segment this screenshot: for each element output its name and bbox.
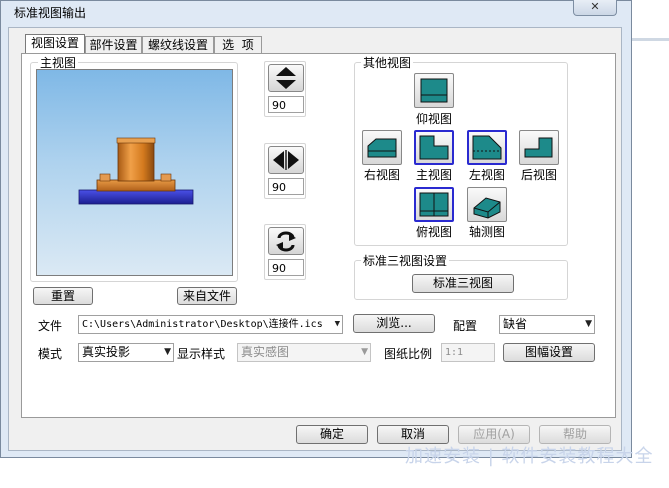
spin-button[interactable]	[268, 227, 304, 255]
front-view-icon	[419, 135, 449, 160]
tilt-button[interactable]	[268, 64, 304, 92]
model-plate	[96, 179, 176, 192]
window-title: 标准视图输出	[14, 6, 87, 20]
mode-label: 模式	[38, 347, 63, 361]
background-bar	[632, 38, 669, 41]
scale-input[interactable]: 1:1	[441, 343, 495, 362]
standard-views-label: 标准三视图设置	[361, 252, 450, 269]
close-icon: ✕	[590, 0, 600, 13]
bottom-view-icon	[420, 78, 448, 103]
back-view-label: 后视图	[520, 168, 557, 182]
rotate-button[interactable]	[268, 146, 304, 174]
mode-value: 真实投影	[82, 345, 131, 359]
frame-settings-button[interactable]: 图幅设置	[503, 343, 595, 362]
left-view-label: 左视图	[468, 168, 505, 182]
tab-thread-settings[interactable]: 螺纹线设置	[142, 36, 214, 54]
tab-part-settings[interactable]: 部件设置	[85, 36, 142, 54]
display-style-label: 显示样式	[177, 347, 226, 361]
from-file-button[interactable]: 来自文件	[177, 287, 237, 305]
front-view-label: 主视图	[415, 168, 452, 182]
tab-view-settings[interactable]: 视图设置	[25, 34, 85, 55]
up-down-arrows-icon	[276, 67, 296, 89]
spin-input[interactable]: 90	[268, 259, 304, 276]
tab-label: 视图设置	[30, 36, 79, 50]
tilt-input[interactable]: 90	[268, 96, 304, 113]
standard-three-views-button[interactable]: 标准三视图	[412, 274, 514, 293]
config-value: 缺省	[503, 317, 528, 331]
left-view-icon	[472, 135, 502, 160]
file-label: 文件	[38, 319, 63, 333]
file-path-value: C:\Users\Administrator\Desktop\连接件.ics	[82, 319, 323, 330]
close-button[interactable]: ✕	[573, 0, 617, 16]
ok-button[interactable]: 确定	[296, 425, 368, 444]
model-boss-right	[160, 173, 172, 182]
top-view-label: 俯视图	[415, 225, 452, 239]
bottom-view-button[interactable]	[414, 73, 454, 108]
chevron-down-icon: ▼	[332, 316, 340, 333]
display-style-value: 真实感图	[241, 345, 290, 359]
tab-label: 螺纹线设置	[147, 38, 208, 52]
background-strip	[632, 0, 669, 488]
chevron-down-icon: ▼	[361, 347, 368, 357]
file-path-dropdown[interactable]: C:\Users\Administrator\Desktop\连接件.ics ▼	[78, 315, 343, 334]
back-view-button[interactable]	[519, 130, 559, 165]
browse-button[interactable]: 浏览...	[353, 314, 435, 333]
front-view-button[interactable]	[414, 130, 454, 165]
top-view-icon	[419, 192, 449, 217]
model-base	[78, 189, 194, 205]
left-right-arrows-icon	[273, 150, 299, 170]
model-preview[interactable]	[36, 69, 233, 276]
tab-options[interactable]: 选 项	[214, 36, 262, 54]
chevron-down-icon: ▼	[585, 319, 592, 329]
display-style-dropdown[interactable]: 真实感图 ▼	[237, 343, 371, 362]
model-boss-left	[99, 173, 111, 182]
axonometric-view-icon	[473, 197, 501, 219]
axonometric-view-label: 轴测图	[468, 225, 505, 239]
tab-label: 部件设置	[89, 38, 138, 52]
right-view-label: 右视图	[363, 168, 400, 182]
left-view-button[interactable]	[467, 130, 507, 165]
right-view-icon	[367, 138, 397, 158]
mode-dropdown[interactable]: 真实投影 ▼	[78, 343, 174, 362]
model-preview-canvas	[78, 137, 194, 205]
config-label: 配置	[453, 319, 478, 333]
model-cylinder-top	[116, 137, 156, 144]
model-cylinder	[117, 141, 155, 182]
axonometric-view-button[interactable]	[467, 187, 507, 222]
tab-label: 选 项	[222, 38, 254, 52]
right-view-button[interactable]	[362, 130, 402, 165]
chevron-down-icon: ▼	[164, 347, 171, 357]
config-dropdown[interactable]: 缺省 ▼	[499, 315, 595, 334]
top-view-button[interactable]	[414, 187, 454, 222]
watermark: 加速安装 | 软件安装教程大全	[405, 446, 654, 467]
back-view-icon	[524, 137, 553, 158]
scale-label: 图纸比例	[384, 347, 433, 361]
rotate-input[interactable]: 90	[268, 178, 304, 195]
reset-button[interactable]: 重置	[33, 287, 93, 305]
rotate-arrows-icon	[276, 231, 296, 252]
bottom-view-label: 仰视图	[415, 112, 452, 126]
other-views-label: 其他视图	[361, 54, 414, 71]
